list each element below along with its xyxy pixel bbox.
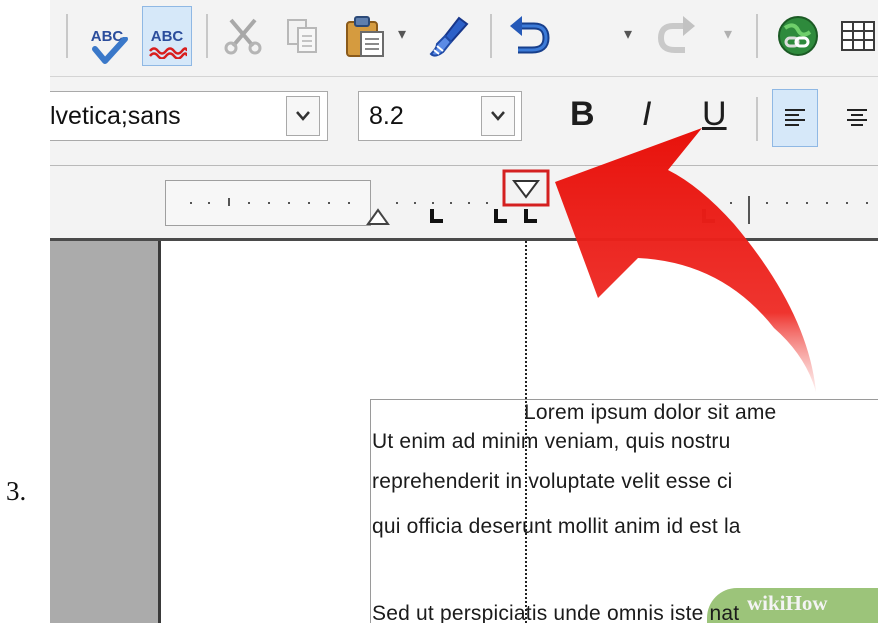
align-center-icon [847,109,867,126]
copy-icon [287,19,317,53]
horizontal-ruler[interactable] [50,166,878,241]
standard-toolbar: ABC ABC ▾ ▾ ▾ [50,0,878,77]
first-line-indent-marker[interactable] [502,169,550,207]
writer-window: ABC ABC ▾ ▾ ▾ lvetica;sans 8.2 B I U Lor… [50,0,878,623]
clone-formatting-button[interactable] [424,6,474,66]
paste-button[interactable] [340,6,392,66]
chevron-down-icon [296,111,310,121]
undo-button[interactable] [504,6,556,66]
font-name-combobox[interactable]: lvetica;sans [50,91,328,141]
hyperlink-button[interactable] [772,6,824,66]
indent-guide-line [525,241,527,623]
undo-dropdown-arrow-icon[interactable]: ▾ [624,24,632,43]
redo-button[interactable] [654,6,700,66]
document-line[interactable]: Ut enim ad minim veniam, quis nostru [372,430,731,454]
toolbar-separator [66,14,68,58]
toolbar-separator [490,14,492,58]
undo-icon [510,16,550,54]
watermark-text: wikiHow [747,591,828,615]
align-left-button[interactable] [772,89,818,147]
spellcheck-icon: ABC [91,29,128,64]
chevron-down-icon [491,111,505,121]
align-left-icon [785,109,805,126]
paintbrush-icon [429,16,469,57]
font-name-dropdown-button[interactable] [286,96,320,136]
table-button[interactable] [836,6,878,66]
spellcheck-button[interactable]: ABC [84,6,130,66]
redo-icon [657,16,695,53]
font-size-dropdown-button[interactable] [481,96,515,136]
document-line[interactable]: qui officia deserunt mollit anim id est … [372,515,741,539]
toolbar-separator [756,14,758,58]
italic-button[interactable]: I [642,97,651,131]
document-line[interactable]: reprehenderit in voluptate velit esse ci [372,470,733,494]
redo-dropdown-arrow-icon[interactable]: ▾ [724,24,732,43]
cut-button[interactable] [218,6,268,66]
globe-link-icon [778,16,818,56]
toolbar-separator [756,97,758,141]
paste-icon [346,16,384,57]
paste-dropdown-arrow-icon[interactable]: ▾ [398,24,406,43]
down-triangle-icon [512,180,540,199]
document-line[interactable]: Sed ut perspiciatis unde omnis iste nat [372,602,739,623]
auto-spellcheck-button[interactable]: ABC [142,6,192,66]
document-area[interactable]: Lorem ipsum dolor sit ame Ut enim ad min… [50,241,878,623]
table-icon [841,21,875,51]
font-size-value: 8.2 [369,102,404,130]
copy-button[interactable] [278,6,326,66]
bold-button[interactable]: B [570,97,595,131]
align-center-button[interactable] [834,89,878,147]
step-number: 3. [6,476,27,506]
font-name-value: lvetica;sans [50,102,181,130]
ruler-marks [190,196,868,225]
page-margin [50,241,161,623]
auto-spellcheck-icon: ABC [148,27,187,59]
underline-button[interactable]: U [702,97,727,131]
font-size-combobox[interactable]: 8.2 [358,91,522,141]
formatting-toolbar: lvetica;sans 8.2 B I U [50,77,878,167]
auto-spellcheck-label: ABC [150,27,184,45]
scissors-icon [224,18,262,55]
document-line[interactable]: Lorem ipsum dolor sit ame [524,401,776,425]
toolbar-separator [206,14,208,58]
